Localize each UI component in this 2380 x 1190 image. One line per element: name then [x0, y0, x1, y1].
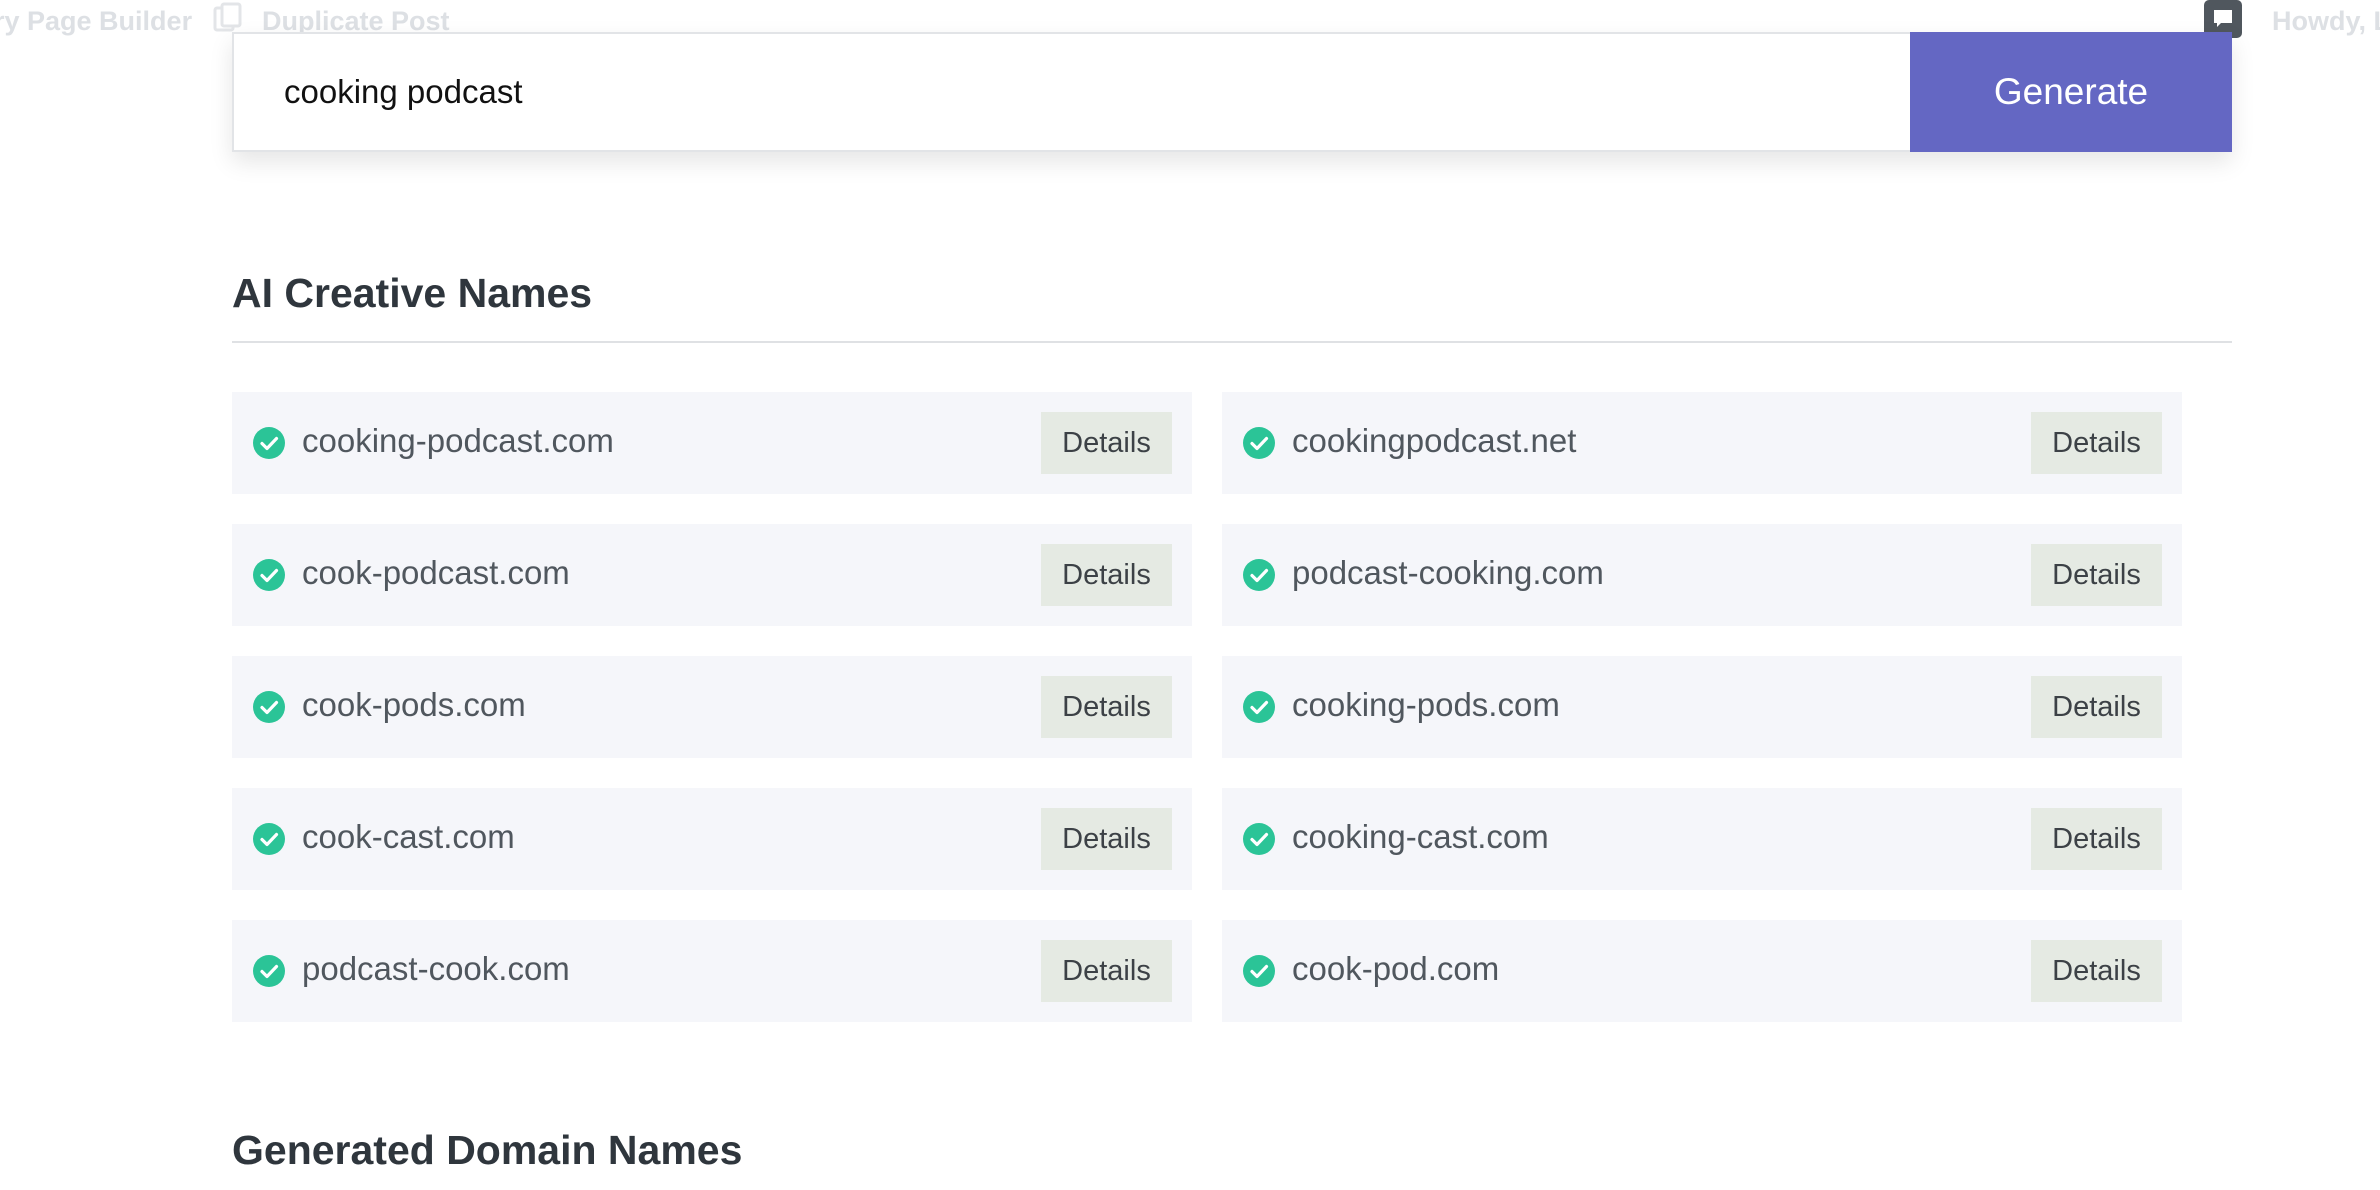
search-input[interactable]: [232, 32, 1910, 152]
check-circle-icon: [1243, 823, 1275, 855]
domain-result-card: cook-cast.com Details: [232, 788, 1192, 890]
check-circle-icon: [1243, 691, 1275, 723]
domain-name: cooking-podcast.com: [302, 422, 614, 460]
check-circle-icon: [253, 559, 285, 591]
section-divider: [232, 341, 2232, 343]
domain-search-bar: Generate: [232, 32, 2232, 152]
domain-name: cook-podcast.com: [302, 554, 570, 592]
domain-result-card: cookingpodcast.net Details: [1222, 392, 2182, 494]
ai-creative-names-heading: AI Creative Names: [232, 270, 593, 316]
details-button[interactable]: Details: [2031, 676, 2162, 738]
domain-name: cookingpodcast.net: [1292, 422, 1577, 460]
check-circle-icon: [1243, 559, 1275, 591]
domain-name: cooking-cast.com: [1292, 818, 1549, 856]
domain-name: cook-cast.com: [302, 818, 515, 856]
check-circle-icon: [253, 823, 285, 855]
details-button[interactable]: Details: [1041, 940, 1172, 1002]
domain-name: podcast-cook.com: [302, 950, 570, 988]
details-button[interactable]: Details: [2031, 808, 2162, 870]
domain-name: cooking-pods.com: [1292, 686, 1560, 724]
details-button[interactable]: Details: [2031, 412, 2162, 474]
comment-icon: [2214, 10, 2232, 27]
check-circle-icon: [253, 427, 285, 459]
generated-domain-names-heading: Generated Domain Names: [232, 1127, 743, 1173]
details-button[interactable]: Details: [1041, 676, 1172, 738]
domain-result-card: cook-pod.com Details: [1222, 920, 2182, 1022]
check-circle-icon: [253, 955, 285, 987]
domain-result-card: podcast-cooking.com Details: [1222, 524, 2182, 626]
details-button[interactable]: Details: [1041, 808, 1172, 870]
domain-result-card: cook-pods.com Details: [232, 656, 1192, 758]
check-circle-icon: [1243, 427, 1275, 459]
domain-name: cook-pod.com: [1292, 950, 1500, 988]
domain-result-card: cooking-cast.com Details: [1222, 788, 2182, 890]
details-button[interactable]: Details: [2031, 940, 2162, 1002]
domain-name: cook-pods.com: [302, 686, 526, 724]
admin-bar-page-builder-link[interactable]: ry Page Builder: [0, 6, 192, 37]
domain-result-card: podcast-cook.com Details: [232, 920, 1192, 1022]
check-circle-icon: [253, 691, 285, 723]
duplicate-icon: [213, 2, 242, 32]
check-circle-icon: [1243, 955, 1275, 987]
domain-result-card: cooking-pods.com Details: [1222, 656, 2182, 758]
generate-button[interactable]: Generate: [1910, 32, 2232, 152]
details-button[interactable]: Details: [1041, 544, 1172, 606]
admin-bar-howdy-user[interactable]: Howdy, L: [2272, 6, 2380, 37]
domain-result-card: cook-podcast.com Details: [232, 524, 1192, 626]
details-button[interactable]: Details: [1041, 412, 1172, 474]
details-button[interactable]: Details: [2031, 544, 2162, 606]
results-grid: cooking-podcast.com Details cookingpodcast…: [232, 392, 2182, 1022]
domain-name: podcast-cooking.com: [1292, 554, 1604, 592]
domain-result-card: cooking-podcast.com Details: [232, 392, 1192, 494]
